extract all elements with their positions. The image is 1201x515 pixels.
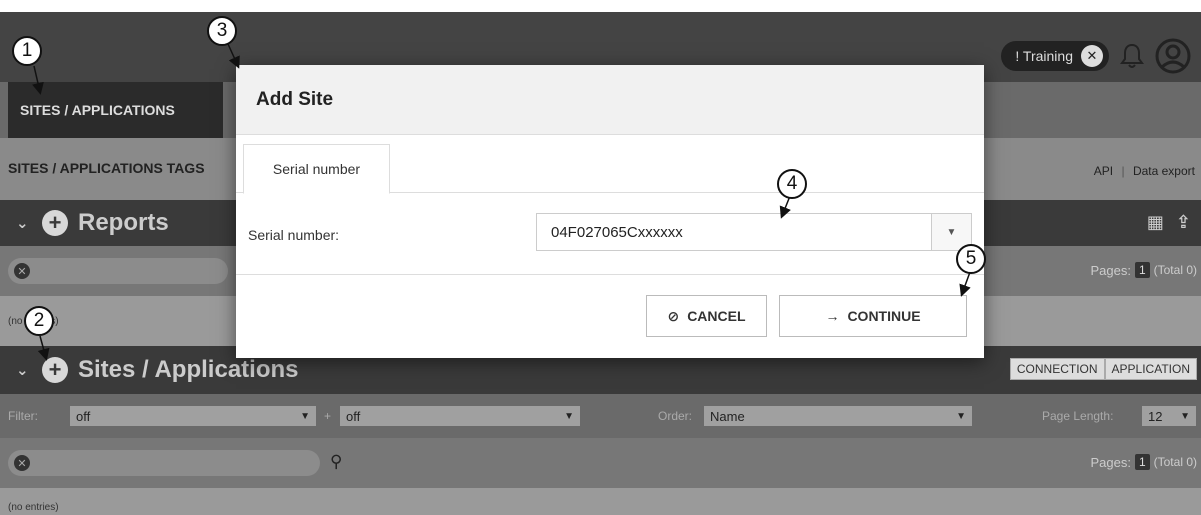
serial-number-value[interactable]: 04F027065Cxxxxxx: [537, 214, 931, 250]
close-icon[interactable]: ✕: [1081, 45, 1103, 67]
tab-sites-applications-tags[interactable]: SITES / APPLICATIONS TAGS: [8, 160, 205, 176]
callout-5: 5: [956, 244, 986, 274]
dialog-body: Serial number: 04F027065Cxxxxxx ▼: [236, 193, 984, 275]
application-button[interactable]: APPLICATION: [1104, 358, 1197, 380]
chevron-down-icon: ▼: [300, 410, 310, 422]
dialog-title: Add Site: [256, 88, 334, 110]
chevron-down-icon: ▼: [1180, 410, 1190, 422]
api-link[interactable]: API: [1094, 164, 1113, 178]
tab-serial-number[interactable]: Serial number: [243, 144, 390, 194]
filter-label: Filter:: [8, 409, 38, 423]
page-number[interactable]: 1: [1134, 262, 1150, 278]
pages-label: Pages:: [1090, 454, 1131, 470]
tab-sites-applications[interactable]: SITES / APPLICATIONS: [8, 82, 223, 138]
page-length-value: 12: [1148, 408, 1163, 424]
callout-1: 1: [12, 36, 42, 66]
cancel-label: CANCEL: [687, 308, 746, 324]
filter-1-value: off: [76, 408, 91, 424]
sites-pagination: Pages: 1 (Total 0): [1090, 454, 1197, 470]
page-number[interactable]: 1: [1134, 454, 1150, 470]
training-badge[interactable]: ! Training ✕: [1001, 41, 1109, 71]
filter-select-2[interactable]: off ▼: [340, 406, 580, 426]
continue-label: CONTINUE: [847, 308, 921, 324]
user-icon[interactable]: [1155, 38, 1191, 74]
chevron-down-icon: ▼: [564, 410, 574, 422]
continue-button[interactable]: → CONTINUE: [779, 295, 967, 337]
upload-icon[interactable]: ⇪: [1176, 212, 1191, 233]
sites-entries-row: (no entries): [0, 488, 1201, 515]
map-icon[interactable]: ▦: [1147, 212, 1164, 233]
search-icon[interactable]: ⚲: [330, 452, 342, 472]
page-length-label: Page Length:: [1042, 409, 1114, 423]
order-value: Name: [710, 408, 745, 424]
cancel-icon: ⊘: [667, 307, 680, 324]
chevron-down-icon[interactable]: ⌄: [16, 214, 32, 232]
callout-4: 4: [777, 169, 807, 199]
reports-actions: ▦ ⇪: [1147, 212, 1191, 233]
clear-icon[interactable]: ✕: [14, 263, 30, 279]
total-count: (Total 0): [1153, 455, 1197, 469]
clear-icon[interactable]: ✕: [14, 455, 30, 471]
filter-select-1[interactable]: off ▼: [70, 406, 316, 426]
connection-button[interactable]: CONNECTION: [1009, 358, 1105, 380]
page-length-select[interactable]: 12 ▼: [1142, 406, 1196, 426]
serial-number-label: Serial number:: [248, 227, 340, 243]
sites-search-input[interactable]: ✕: [8, 450, 320, 476]
bell-icon[interactable]: [1119, 42, 1145, 70]
total-count: (Total 0): [1153, 263, 1197, 277]
filter-bar: Filter: off ▼ + off ▼ Order: Name ▼ Page Le…: [0, 394, 1201, 438]
add-site-icon[interactable]: +: [42, 357, 68, 383]
filter-2-value: off: [346, 408, 361, 424]
training-label: ! Training: [1015, 48, 1073, 64]
add-site-dialog: Add Site Serial number Serial number: 04…: [236, 65, 984, 358]
link-separator: |: [1121, 164, 1125, 178]
reports-title: Reports: [78, 209, 169, 236]
serial-number-field[interactable]: 04F027065Cxxxxxx ▼: [536, 213, 972, 251]
filter-plus: +: [324, 409, 332, 423]
header-links: API | Data export: [1094, 164, 1195, 178]
reports-pagination: Pages: 1 (Total 0): [1090, 262, 1197, 278]
dialog-tabs: Serial number: [236, 135, 984, 194]
pages-label: Pages:: [1090, 262, 1131, 278]
header-actions: ! Training ✕: [1001, 38, 1191, 74]
add-icon[interactable]: +: [42, 210, 68, 236]
callout-2: 2: [24, 306, 54, 336]
arrow-right-icon: →: [825, 308, 840, 324]
sites-no-entries: (no entries): [8, 502, 59, 513]
cancel-button[interactable]: ⊘ CANCEL: [646, 295, 767, 337]
view-toggle: CONNECTION APPLICATION: [1009, 358, 1197, 380]
callout-3: 3: [207, 16, 237, 46]
order-label: Order:: [658, 409, 693, 423]
chevron-down-icon[interactable]: ⌄: [16, 361, 32, 379]
dialog-footer: ⊘ CANCEL → CONTINUE: [236, 275, 984, 357]
data-export-link[interactable]: Data export: [1133, 164, 1195, 178]
chevron-down-icon: ▼: [956, 410, 966, 422]
sites-title: Sites / Applications: [78, 356, 299, 383]
reports-search-input[interactable]: ✕: [8, 258, 228, 284]
dialog-header: Add Site: [236, 65, 984, 135]
order-select[interactable]: Name ▼: [704, 406, 972, 426]
sites-search-row: ✕ ⚲ Pages: 1 (Total 0): [0, 438, 1201, 488]
